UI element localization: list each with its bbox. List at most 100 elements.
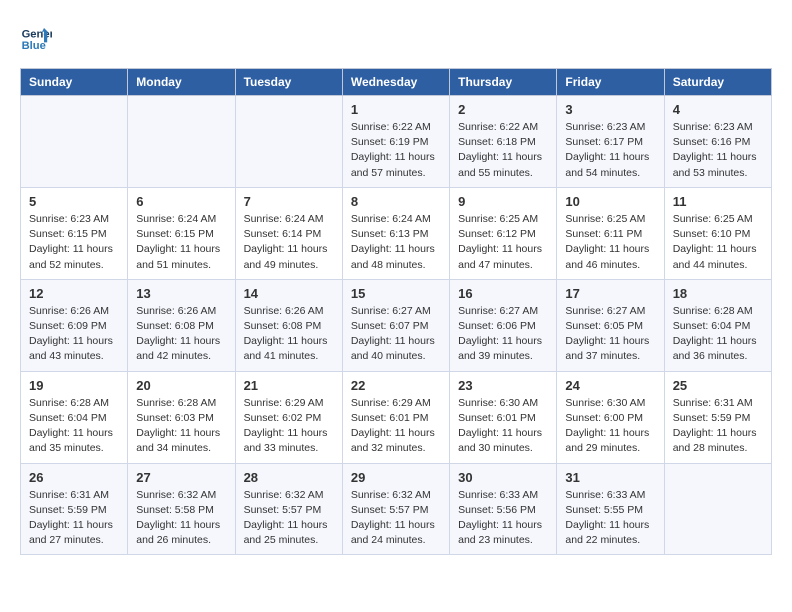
- day-number: 17: [565, 286, 655, 301]
- day-info: Sunrise: 6:23 AM Sunset: 6:16 PM Dayligh…: [673, 120, 763, 181]
- calendar-cell: 1 Sunrise: 6:22 AM Sunset: 6:19 PM Daylig…: [342, 96, 449, 188]
- day-info: Sunrise: 6:32 AM Sunset: 5:57 PM Dayligh…: [351, 488, 441, 549]
- calendar-cell: 27 Sunrise: 6:32 AM Sunset: 5:58 PM Dayli…: [128, 463, 235, 555]
- calendar-cell: 7Sunrise: 6:24 AM Sunset: 6:14 PM Daylig…: [235, 187, 342, 279]
- day-number: 11: [673, 194, 763, 209]
- day-info: Sunrise: 6:22 AM Sunset: 6:19 PM Dayligh…: [351, 120, 441, 181]
- day-info: Sunrise: 6:28 AM Sunset: 6:04 PM Dayligh…: [673, 304, 763, 365]
- calendar-cell: 18 Sunrise: 6:28 AM Sunset: 6:04 PM Dayli…: [664, 279, 771, 371]
- day-number: 31: [565, 470, 655, 485]
- day-info: Sunrise: 6:30 AM Sunset: 6:01 PM Dayligh…: [458, 396, 548, 457]
- weekday-header-wednesday: Wednesday: [342, 69, 449, 96]
- day-number: 13: [136, 286, 226, 301]
- day-info: Sunrise: 6:25 AM Sunset: 6:10 PM Dayligh…: [673, 212, 763, 273]
- calendar-cell: 23 Sunrise: 6:30 AM Sunset: 6:01 PM Dayli…: [450, 371, 557, 463]
- day-number: 5: [29, 194, 119, 209]
- calendar-cell: [21, 96, 128, 188]
- calendar-cell: 10 Sunrise: 6:25 AM Sunset: 6:11 PM Dayli…: [557, 187, 664, 279]
- weekday-header-friday: Friday: [557, 69, 664, 96]
- calendar-cell: 29 Sunrise: 6:32 AM Sunset: 5:57 PM Dayli…: [342, 463, 449, 555]
- calendar-cell: 6 Sunrise: 6:24 AM Sunset: 6:15 PM Daylig…: [128, 187, 235, 279]
- svg-text:General: General: [22, 29, 52, 41]
- day-info: Sunrise: 6:28 AM Sunset: 6:04 PM Dayligh…: [29, 396, 119, 457]
- day-info: Sunrise: 6:24 AM Sunset: 6:14 PM Dayligh…: [244, 212, 334, 273]
- weekday-header-monday: Monday: [128, 69, 235, 96]
- calendar-cell: 28Sunrise: 6:32 AM Sunset: 5:57 PM Dayli…: [235, 463, 342, 555]
- day-number: 24: [565, 378, 655, 393]
- day-number: 6: [136, 194, 226, 209]
- calendar-cell: 5 Sunrise: 6:23 AM Sunset: 6:15 PM Daylig…: [21, 187, 128, 279]
- day-number: 18: [673, 286, 763, 301]
- day-number: 29: [351, 470, 441, 485]
- weekday-header-thursday: Thursday: [450, 69, 557, 96]
- week-row: 12 Sunrise: 6:26 AM Sunset: 6:09 PM Dayli…: [21, 279, 772, 371]
- calendar-cell: 20 Sunrise: 6:28 AM Sunset: 6:03 PM Dayli…: [128, 371, 235, 463]
- day-info: Sunrise: 6:31 AM Sunset: 5:59 PM Dayligh…: [673, 396, 763, 457]
- day-number: 1: [351, 102, 441, 117]
- week-row: 5 Sunrise: 6:23 AM Sunset: 6:15 PM Daylig…: [21, 187, 772, 279]
- day-info: Sunrise: 6:33 AM Sunset: 5:55 PM Dayligh…: [565, 488, 655, 549]
- calendar-cell: 13 Sunrise: 6:26 AM Sunset: 6:08 PM Dayli…: [128, 279, 235, 371]
- day-number: 16: [458, 286, 548, 301]
- day-info: Sunrise: 6:24 AM Sunset: 6:13 PM Dayligh…: [351, 212, 441, 273]
- day-number: 15: [351, 286, 441, 301]
- day-number: 21: [244, 378, 334, 393]
- page-header: General Blue: [20, 20, 772, 52]
- day-number: 27: [136, 470, 226, 485]
- calendar-cell: [235, 96, 342, 188]
- day-info: Sunrise: 6:26 AM Sunset: 6:08 PM Dayligh…: [136, 304, 226, 365]
- day-info: Sunrise: 6:32 AM Sunset: 5:57 PM Dayligh…: [244, 488, 334, 549]
- day-info: Sunrise: 6:28 AM Sunset: 6:03 PM Dayligh…: [136, 396, 226, 457]
- calendar-cell: 16 Sunrise: 6:27 AM Sunset: 6:06 PM Dayli…: [450, 279, 557, 371]
- calendar-cell: 12 Sunrise: 6:26 AM Sunset: 6:09 PM Dayli…: [21, 279, 128, 371]
- day-number: 10: [565, 194, 655, 209]
- calendar-cell: 3 Sunrise: 6:23 AM Sunset: 6:17 PM Daylig…: [557, 96, 664, 188]
- day-number: 20: [136, 378, 226, 393]
- day-info: Sunrise: 6:25 AM Sunset: 6:11 PM Dayligh…: [565, 212, 655, 273]
- calendar-cell: [128, 96, 235, 188]
- calendar-cell: [664, 463, 771, 555]
- calendar-cell: 19 Sunrise: 6:28 AM Sunset: 6:04 PM Dayli…: [21, 371, 128, 463]
- calendar-cell: 30Sunrise: 6:33 AM Sunset: 5:56 PM Dayli…: [450, 463, 557, 555]
- day-number: 9: [458, 194, 548, 209]
- calendar-cell: 26 Sunrise: 6:31 AM Sunset: 5:59 PM Dayli…: [21, 463, 128, 555]
- calendar-cell: 8 Sunrise: 6:24 AM Sunset: 6:13 PM Daylig…: [342, 187, 449, 279]
- calendar-cell: 31 Sunrise: 6:33 AM Sunset: 5:55 PM Dayli…: [557, 463, 664, 555]
- day-info: Sunrise: 6:26 AM Sunset: 6:09 PM Dayligh…: [29, 304, 119, 365]
- calendar-cell: 9Sunrise: 6:25 AM Sunset: 6:12 PM Daylig…: [450, 187, 557, 279]
- day-info: Sunrise: 6:31 AM Sunset: 5:59 PM Dayligh…: [29, 488, 119, 549]
- day-info: Sunrise: 6:29 AM Sunset: 6:01 PM Dayligh…: [351, 396, 441, 457]
- logo-icon: General Blue: [20, 20, 52, 52]
- calendar-cell: 21Sunrise: 6:29 AM Sunset: 6:02 PM Dayli…: [235, 371, 342, 463]
- day-number: 12: [29, 286, 119, 301]
- calendar-table: SundayMondayTuesdayWednesdayThursdayFrid…: [20, 68, 772, 555]
- calendar-cell: 24 Sunrise: 6:30 AM Sunset: 6:00 PM Dayli…: [557, 371, 664, 463]
- day-number: 14: [244, 286, 334, 301]
- weekday-header-sunday: Sunday: [21, 69, 128, 96]
- calendar-cell: 22 Sunrise: 6:29 AM Sunset: 6:01 PM Dayli…: [342, 371, 449, 463]
- svg-text:Blue: Blue: [22, 40, 46, 52]
- day-info: Sunrise: 6:32 AM Sunset: 5:58 PM Dayligh…: [136, 488, 226, 549]
- day-number: 8: [351, 194, 441, 209]
- weekday-row: SundayMondayTuesdayWednesdayThursdayFrid…: [21, 69, 772, 96]
- day-info: Sunrise: 6:27 AM Sunset: 6:06 PM Dayligh…: [458, 304, 548, 365]
- calendar-cell: 14 Sunrise: 6:26 AM Sunset: 6:08 PM Dayli…: [235, 279, 342, 371]
- week-row: 19 Sunrise: 6:28 AM Sunset: 6:04 PM Dayli…: [21, 371, 772, 463]
- day-number: 19: [29, 378, 119, 393]
- day-number: 22: [351, 378, 441, 393]
- day-info: Sunrise: 6:23 AM Sunset: 6:17 PM Dayligh…: [565, 120, 655, 181]
- week-row: 26 Sunrise: 6:31 AM Sunset: 5:59 PM Dayli…: [21, 463, 772, 555]
- calendar-header: SundayMondayTuesdayWednesdayThursdayFrid…: [21, 69, 772, 96]
- day-info: Sunrise: 6:26 AM Sunset: 6:08 PM Dayligh…: [244, 304, 334, 365]
- day-info: Sunrise: 6:23 AM Sunset: 6:15 PM Dayligh…: [29, 212, 119, 273]
- logo: General Blue: [20, 20, 56, 52]
- day-number: 23: [458, 378, 548, 393]
- day-number: 3: [565, 102, 655, 117]
- day-info: Sunrise: 6:30 AM Sunset: 6:00 PM Dayligh…: [565, 396, 655, 457]
- day-info: Sunrise: 6:24 AM Sunset: 6:15 PM Dayligh…: [136, 212, 226, 273]
- calendar-cell: 17 Sunrise: 6:27 AM Sunset: 6:05 PM Dayli…: [557, 279, 664, 371]
- weekday-header-saturday: Saturday: [664, 69, 771, 96]
- day-info: Sunrise: 6:27 AM Sunset: 6:05 PM Dayligh…: [565, 304, 655, 365]
- day-number: 26: [29, 470, 119, 485]
- day-number: 2: [458, 102, 548, 117]
